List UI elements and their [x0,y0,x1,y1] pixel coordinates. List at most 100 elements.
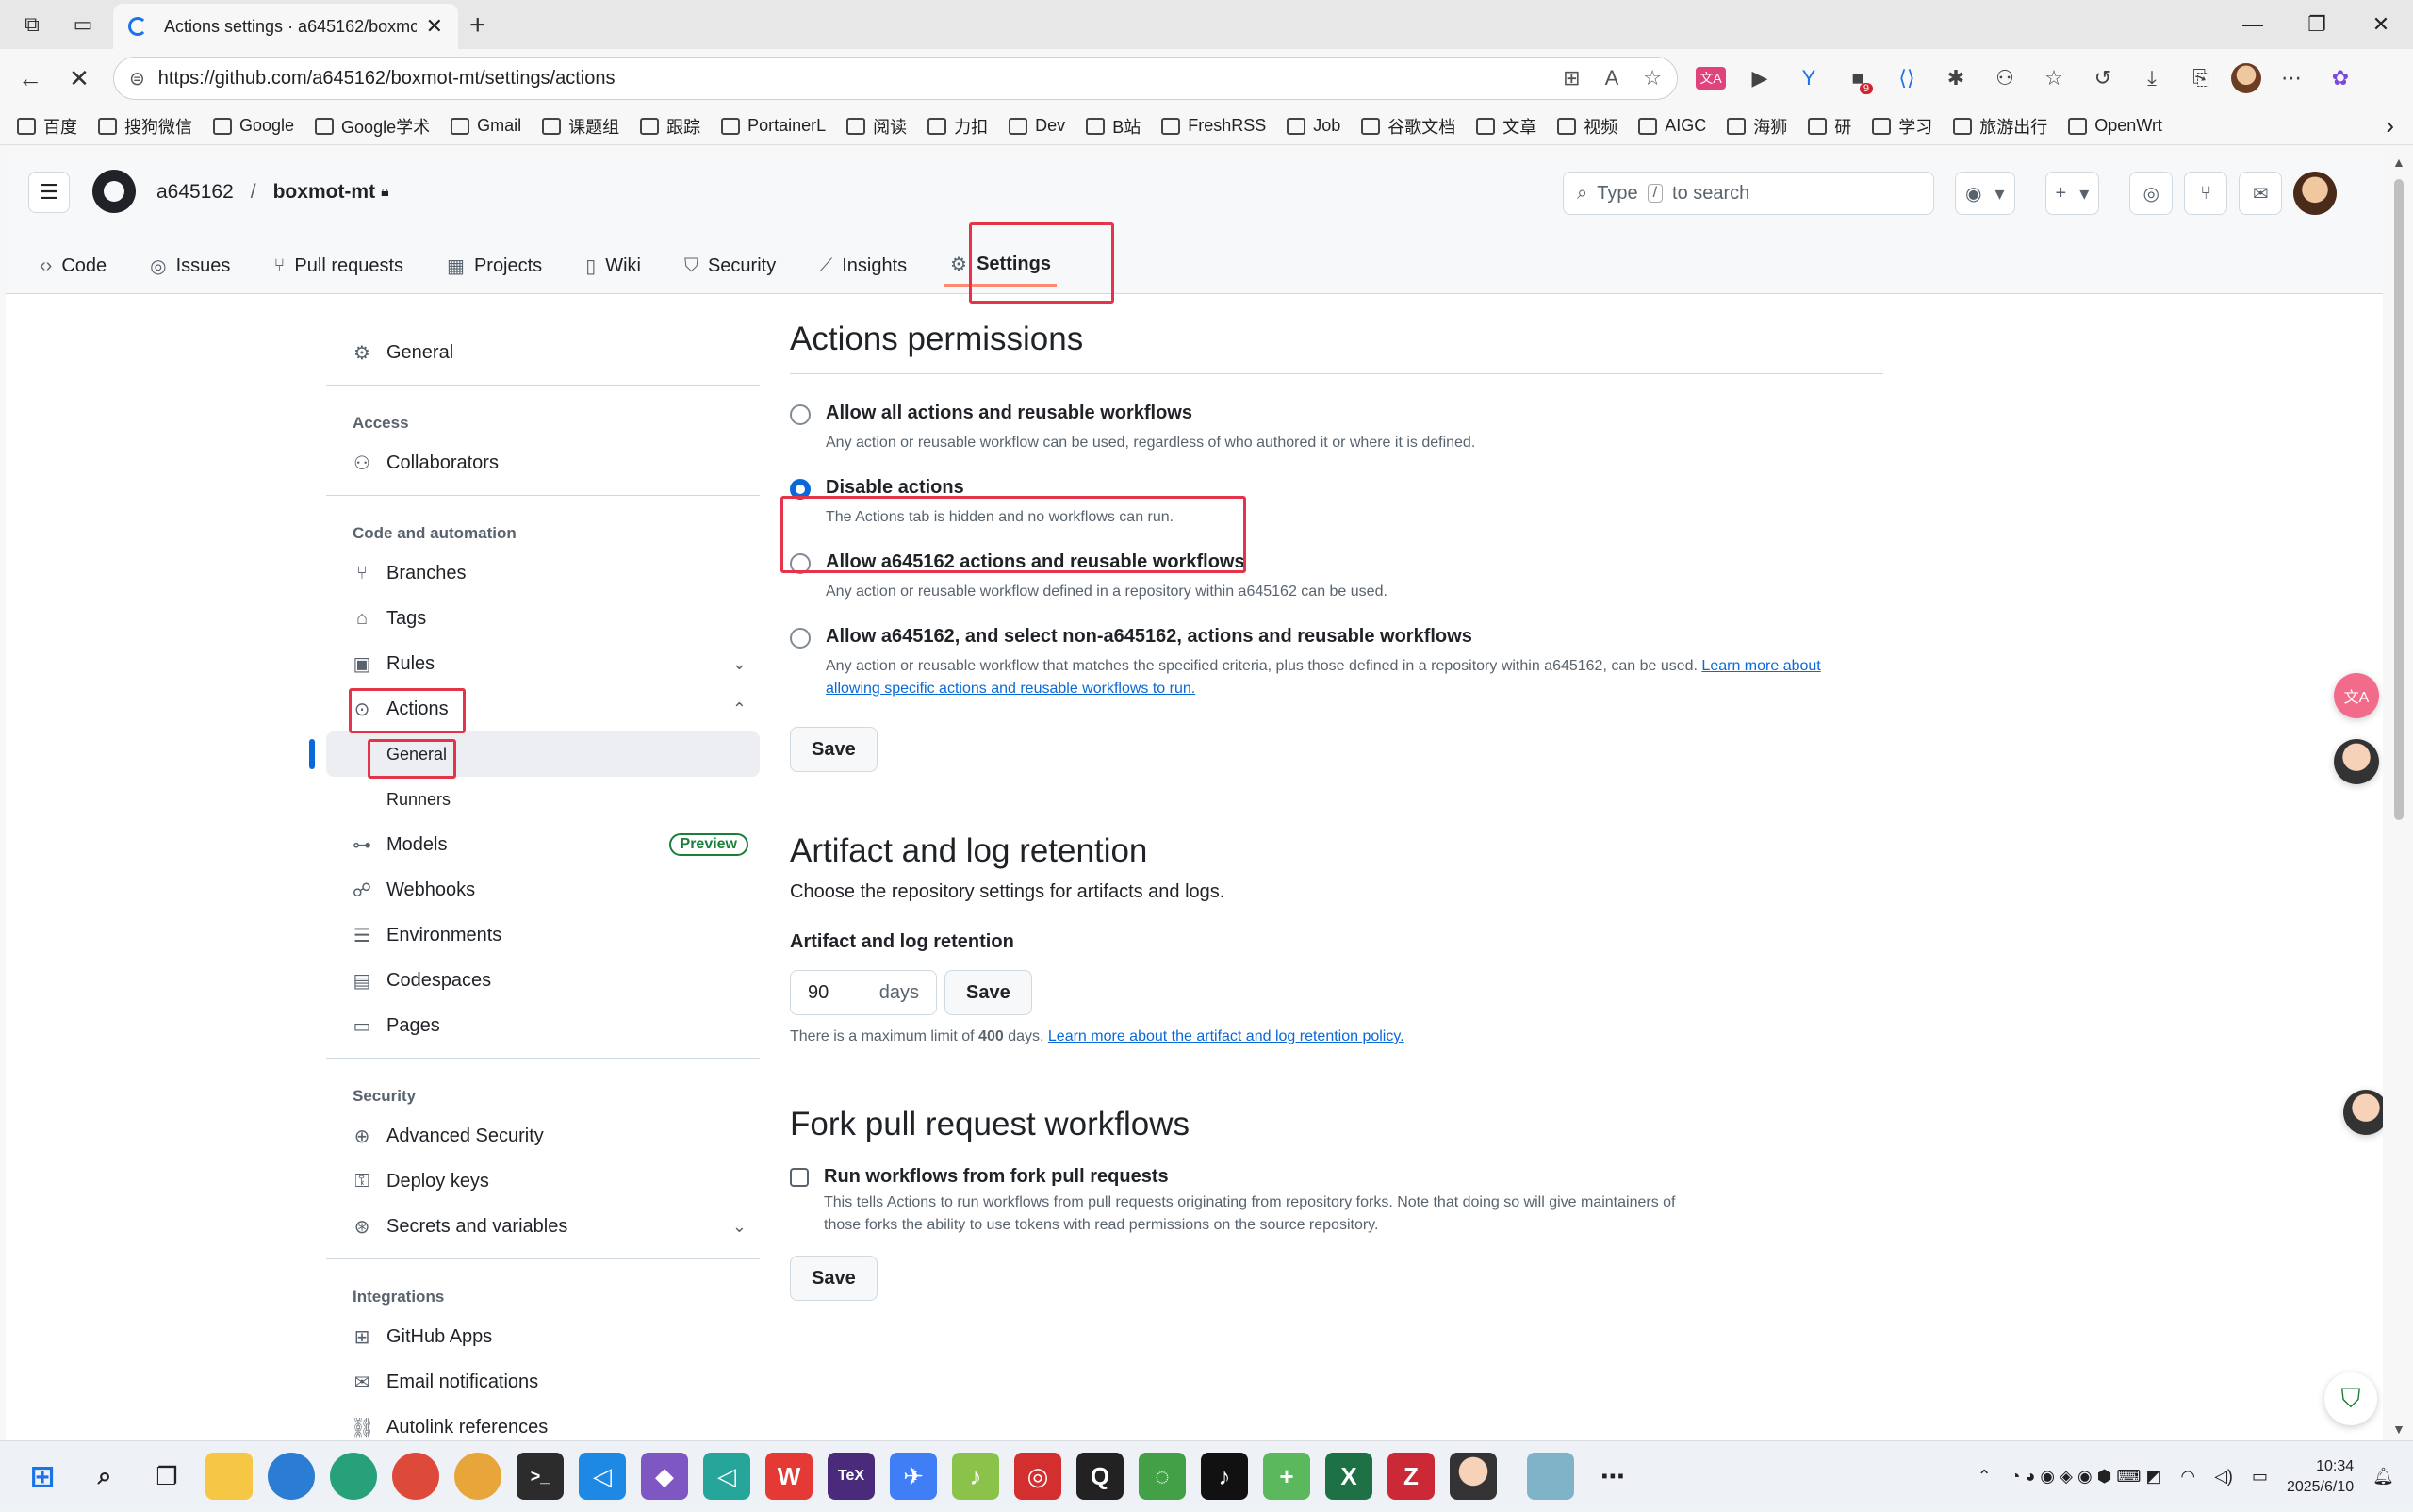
tray-chevron-icon[interactable]: ⌃ [1978,1467,1992,1487]
retention-learn-more-link[interactable]: Learn more about the artifact and log re… [1048,1028,1404,1044]
feishu-icon[interactable]: ✈ [890,1453,937,1500]
sidebar-item-advanced-security[interactable]: ⊕ Advanced Security [326,1113,760,1159]
more-icon[interactable]: ⋯ [2273,57,2310,100]
sidebar-item-actions-general[interactable]: General [309,731,760,777]
fork-save-button[interactable]: Save [790,1256,878,1301]
sidebar-item-pages[interactable]: ▭ Pages [326,1003,760,1048]
issues-button[interactable]: ◎ [2129,172,2174,215]
sidebar-item-actions[interactable]: ⊙ Actions ⌃ [326,686,760,731]
permission-radio[interactable] [790,628,811,649]
bookmarks-overflow-icon[interactable]: › [2386,111,2394,140]
bookmark-item[interactable]: 跟踪 [640,114,700,139]
file-explorer-icon[interactable] [205,1453,253,1500]
user-avatar[interactable] [2293,172,2338,215]
minimize-icon[interactable]: — [2221,0,2285,49]
clock[interactable]: 10:34 2025/6/10 [2287,1456,2354,1498]
close-tab-icon[interactable]: ✕ [426,14,443,39]
avatar-app-icon[interactable] [1450,1453,1497,1500]
wifi-icon[interactable]: ◠ [2180,1467,2195,1487]
sidebar-item-codespaces[interactable]: ▤ Codespaces [326,958,760,1003]
notification-extension-icon[interactable]: ■ 9 [1839,57,1877,100]
bookmark-item[interactable]: 文章 [1476,114,1536,139]
tex-icon[interactable]: TeX [828,1453,875,1500]
chrome-beta-icon[interactable] [392,1453,439,1500]
inbox-button[interactable]: ✉ [2239,172,2283,215]
vscode-icon[interactable]: ◁ [579,1453,626,1500]
copilot-button[interactable]: ◉ ▾ [1955,172,2015,215]
obsidian-icon[interactable]: ◆ [641,1453,688,1500]
back-icon[interactable]: ← [11,59,49,97]
translate-float-icon[interactable]: 文A [2334,673,2379,718]
restore-icon[interactable]: ❐ [2285,0,2349,49]
app-available-icon[interactable]: ⊞ [1563,66,1580,90]
tab-security[interactable]: ⛉ Security [679,245,781,287]
sidebar-item-rules[interactable]: ▣ Rules ⌄ [326,641,760,686]
history-icon[interactable]: ↺ [2084,57,2122,100]
active-tab[interactable]: Actions settings · a645162/boxmc ✕ [113,4,458,49]
battery-icon[interactable]: ▭ [2252,1467,2268,1487]
edge-beta-icon[interactable] [330,1453,377,1500]
site-info-icon[interactable]: ⊜ [129,67,145,90]
tab-wiki[interactable]: ▯ Wiki [580,245,647,287]
repo-link[interactable]: boxmot-mt [273,181,376,204]
github-logo-icon[interactable] [92,170,136,213]
bookmark-item[interactable]: Gmail [451,116,521,136]
profile-avatar[interactable] [2231,63,2261,93]
bookmark-item[interactable]: 百度 [17,114,77,139]
download-icon[interactable]: ⤓ [2133,57,2171,100]
tab-insights[interactable]: ⟋ Insights [813,245,912,287]
puzzle-extensions-icon[interactable]: ✱ [1937,57,1975,100]
create-new-button[interactable]: + ▾ [2044,172,2100,215]
assistant-avatar-icon[interactable] [2334,739,2379,784]
tab-code[interactable]: ‹› Code [34,245,112,287]
sidebar-item-models[interactable]: ⊶ Models Preview [326,822,760,867]
sidebar-item-runners[interactable]: Runners [326,777,760,822]
pull-requests-button[interactable]: ⑂ [2184,172,2228,215]
bookmark-item[interactable]: B站 [1086,114,1141,139]
terminal-icon[interactable]: >_ [517,1453,564,1500]
bookmark-item[interactable]: 旅游出行 [1953,114,2047,139]
edge-icon[interactable] [268,1453,315,1500]
permission-radio[interactable] [790,553,811,574]
bookmark-item[interactable]: Google学术 [315,114,430,139]
chevron-down-icon[interactable]: ⌄ [732,1217,747,1237]
bookmark-item[interactable]: Dev [1009,116,1065,136]
permission-radio[interactable] [790,479,811,500]
wps-icon[interactable]: W [765,1453,813,1500]
bookmark-item[interactable]: 阅读 [846,114,907,139]
zotero-icon[interactable]: Z [1387,1453,1435,1500]
bookmark-item[interactable]: Google [213,116,294,136]
scrollbar[interactable]: ▲ ▼ [2385,151,2413,1440]
collections-icon[interactable]: ☆ [2035,57,2073,100]
address-bar[interactable]: ⊜ https://github.com/a645162/boxmot-mt/s… [113,57,1678,100]
vertical-tabs-icon[interactable]: ▭ [64,6,102,43]
netease-icon[interactable]: ◎ [1014,1453,1061,1500]
chevron-up-icon[interactable]: ⌃ [732,699,747,719]
menu-icon[interactable]: ☰ [28,172,70,213]
copilot-icon[interactable]: ✿ [2322,57,2359,100]
tray-app-icons[interactable]: ◔ ◕ ◉ ◈ ◉ ⬢ ⌨ ◩ [2011,1467,2162,1487]
split-icon[interactable]: ⚇ [1986,57,2024,100]
app-window-icon[interactable] [1527,1453,1574,1500]
close-window-icon[interactable]: ✕ [2349,0,2413,49]
task-view-icon[interactable]: ❐ [143,1453,190,1500]
permissions-save-button[interactable]: Save [790,727,878,772]
wechat-icon[interactable]: ◌ [1139,1453,1186,1500]
bookmark-item[interactable]: 课题组 [542,114,619,139]
scroll-thumb[interactable] [2394,179,2404,820]
read-aloud-icon[interactable]: A [1605,66,1619,90]
tab-pull-requests[interactable]: ⑂ Pull requests [268,245,409,287]
bookmark-item[interactable]: PortainerL [721,116,826,136]
vue-extension-icon[interactable]: Y [1790,57,1828,100]
sidebar-item-webhooks[interactable]: ☍ Webhooks [326,867,760,912]
retention-save-button[interactable]: Save [944,970,1032,1015]
stop-icon[interactable]: ✕ [60,59,98,97]
permission-label[interactable]: Disable actions [826,477,1863,499]
bookmark-item[interactable]: 学习 [1872,114,1932,139]
sidebar-item-deploy-keys[interactable]: ⚿ Deploy keys [326,1159,760,1204]
start-icon[interactable]: ⊞ [19,1453,66,1500]
bookmark-item[interactable]: AIGC [1638,116,1706,136]
sidebar-item-secrets[interactable]: ⊛ Secrets and variables ⌄ [326,1204,760,1249]
play-extension-icon[interactable]: ▶ [1741,57,1779,100]
vs-icon[interactable]: ◁ [703,1453,750,1500]
